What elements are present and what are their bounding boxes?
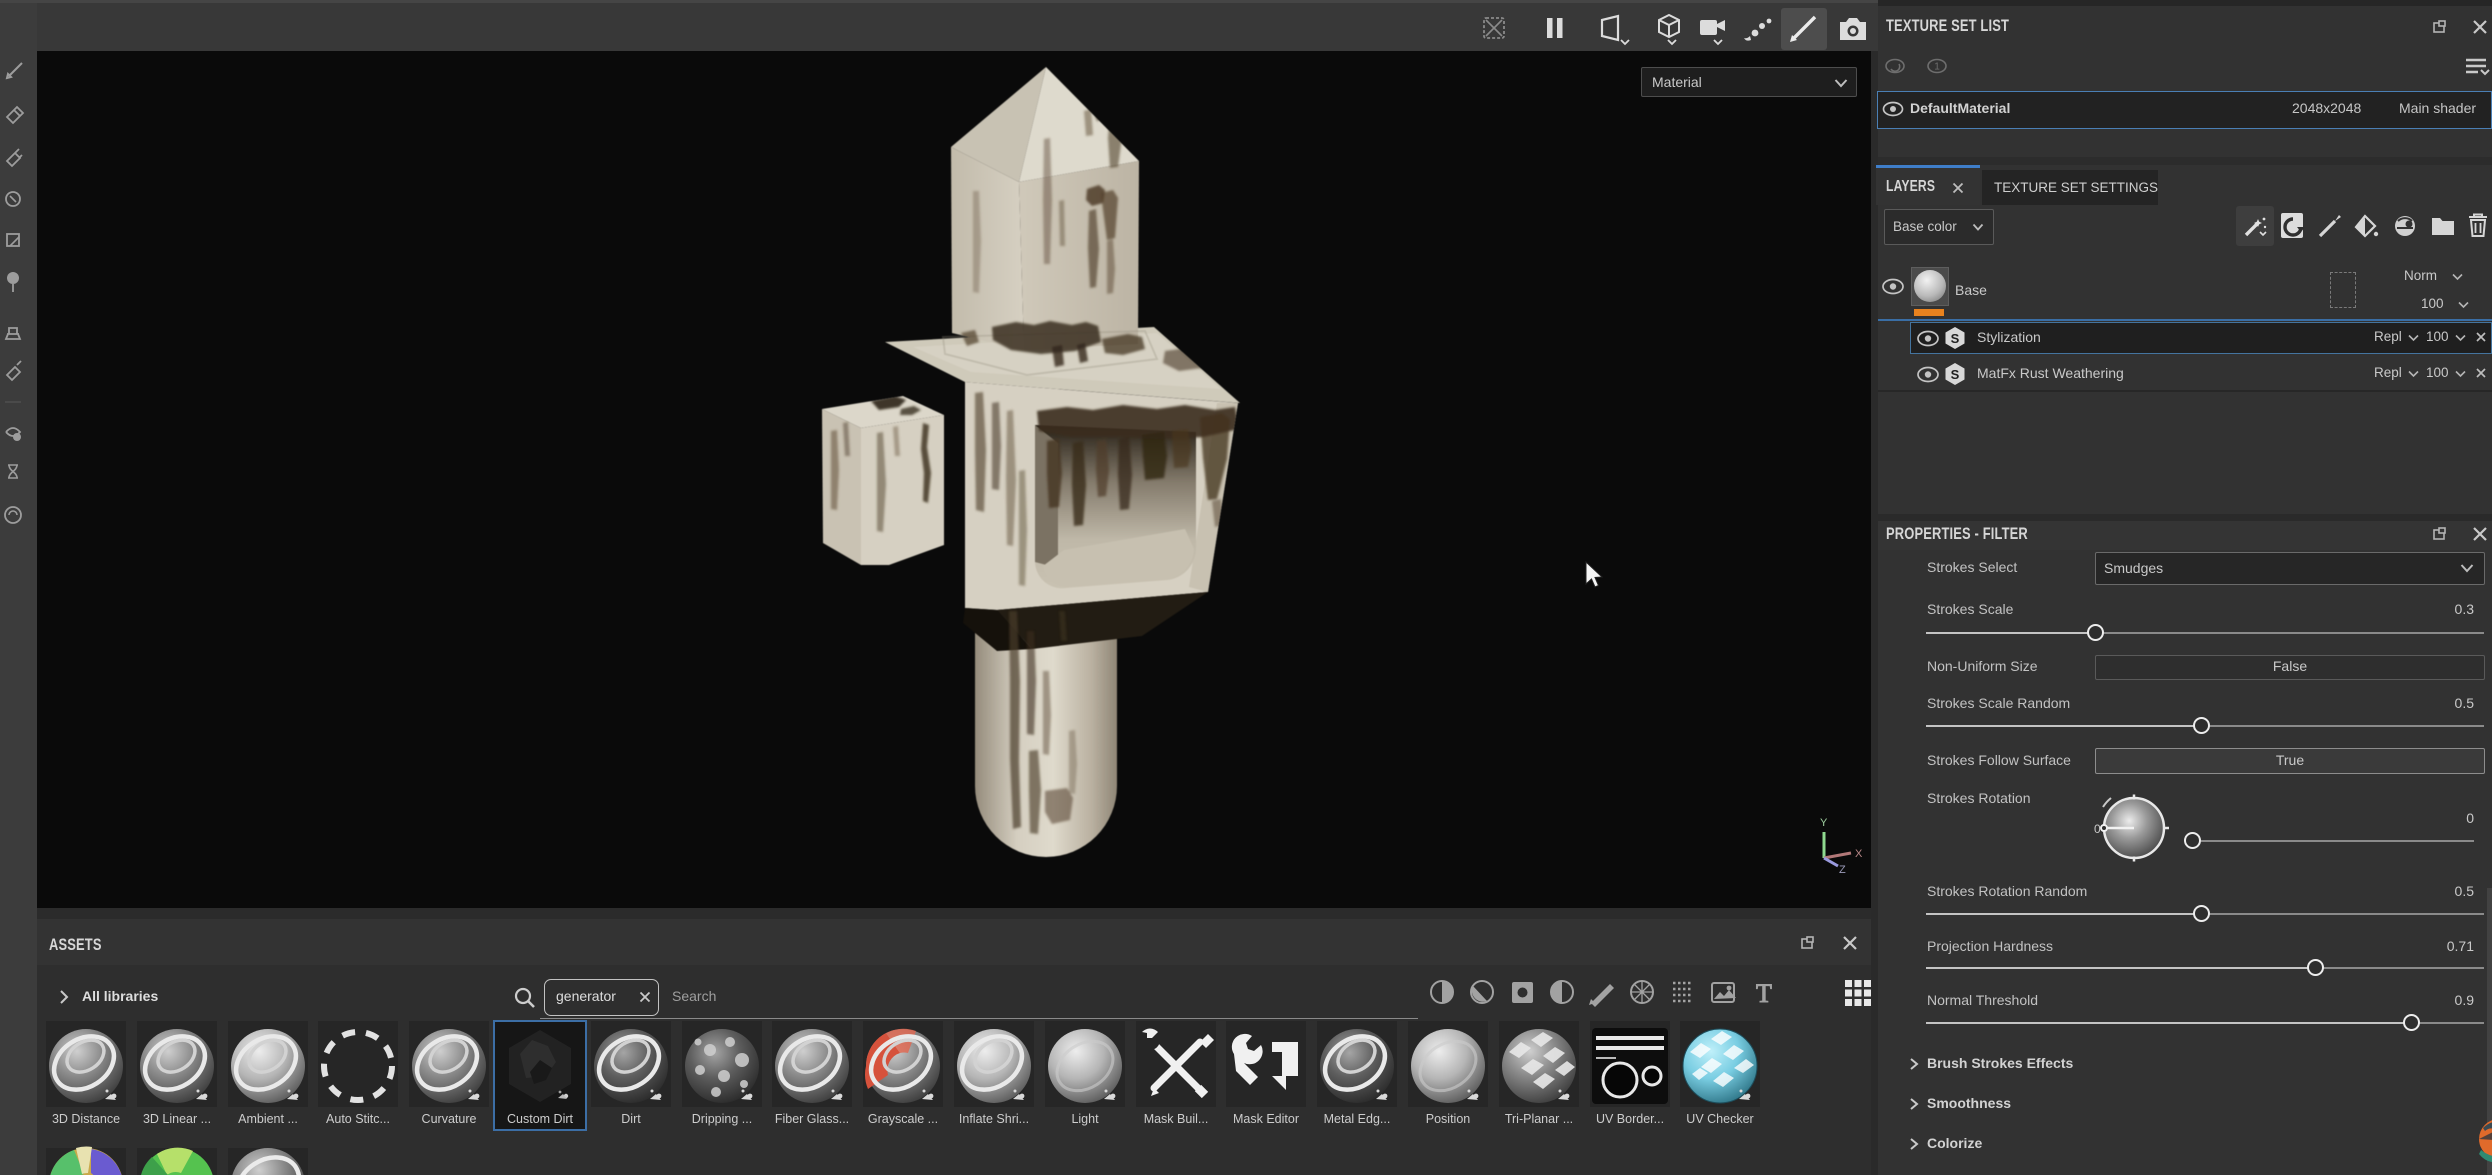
svg-text:X: X: [1855, 848, 1863, 860]
svg-text:1: 1: [1934, 62, 1940, 73]
svg-text:Y: Y: [1820, 817, 1828, 829]
svg-text:S: S: [1951, 367, 1960, 382]
svg-text:S: S: [1951, 331, 1960, 346]
svg-text:0: 0: [2094, 822, 2101, 836]
svg-text:Z: Z: [1839, 864, 1846, 876]
